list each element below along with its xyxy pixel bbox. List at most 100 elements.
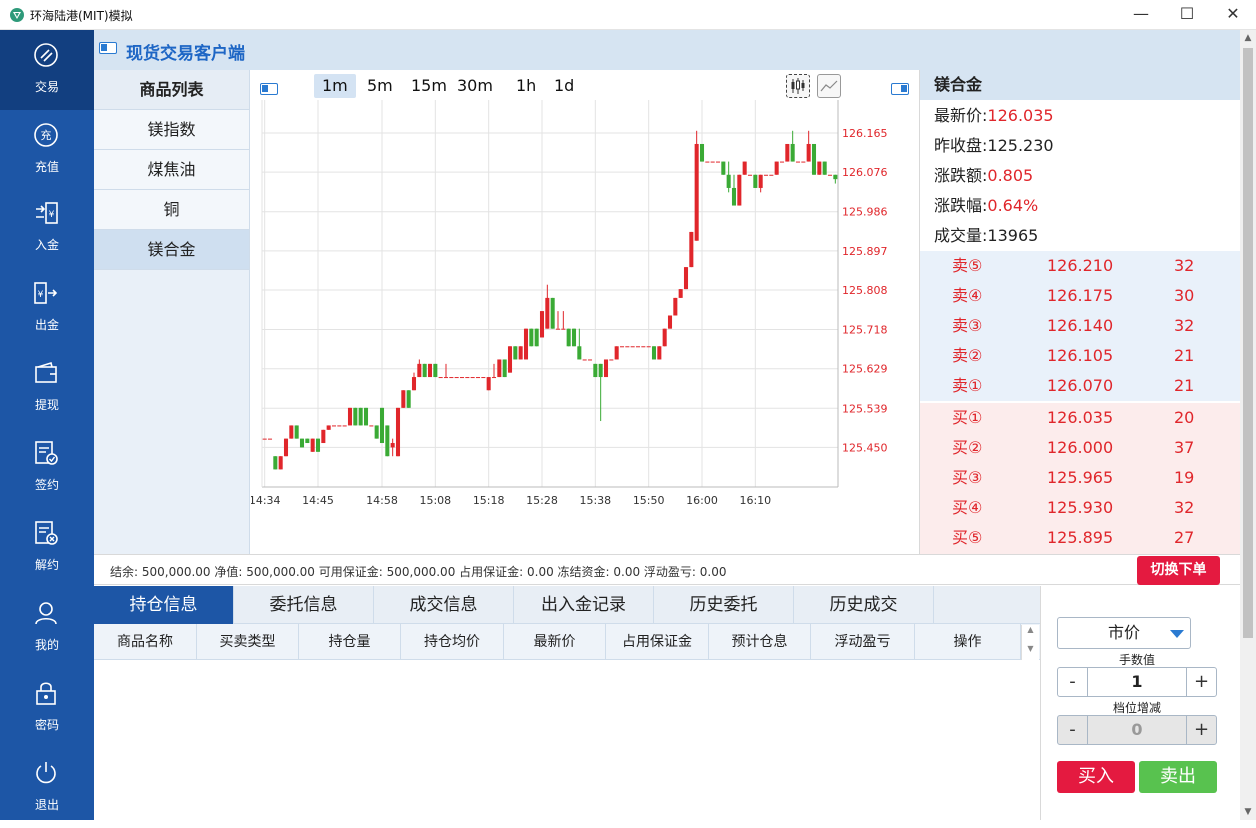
product-item[interactable]: 煤焦油 — [94, 150, 249, 190]
quote-panel: 镁合金 最新价:126.035 昨收盘:125.230 涨跌额:0.805 涨跌… — [919, 70, 1241, 554]
candlestick-chart-icon[interactable] — [786, 74, 810, 98]
candle-body — [369, 425, 374, 427]
y-tick-label: 125.897 — [842, 245, 888, 258]
scroll-thumb[interactable] — [1243, 48, 1253, 638]
product-item[interactable]: 镁指数 — [94, 110, 249, 150]
candle-body — [614, 346, 619, 360]
candle-body — [411, 377, 417, 391]
svg-text:¥: ¥ — [38, 290, 44, 300]
candle-body — [390, 443, 395, 448]
tab-positions[interactable]: 持仓信息 — [94, 586, 234, 624]
table-scrollbar[interactable]: ▲ ▼ — [1021, 625, 1039, 660]
scroll-up-icon[interactable]: ▲ — [1022, 625, 1039, 634]
candle-body — [657, 346, 662, 360]
sidebar-item-cancel-contract[interactable]: 解约 — [0, 508, 94, 588]
candle-body — [342, 425, 347, 427]
collapse-right-icon[interactable] — [891, 83, 909, 95]
collapse-left-icon[interactable] — [260, 83, 278, 95]
bid-level[interactable]: 买③ 125.965 19 — [920, 463, 1241, 493]
wallet-icon — [35, 361, 57, 383]
tab-trade-history[interactable]: 历史成交 — [794, 586, 934, 624]
candle-body — [811, 143, 817, 175]
tab-order-history[interactable]: 历史委托 — [654, 586, 794, 624]
y-tick-label: 125.539 — [842, 402, 888, 415]
bid-price: 125.930 — [1047, 498, 1114, 517]
ask-level[interactable]: 卖⑤ 126.210 32 — [920, 251, 1241, 281]
minimize-button[interactable]: — — [1118, 0, 1164, 30]
change-value: 0.805 — [987, 166, 1034, 185]
timeframe-1m[interactable]: 1m — [314, 74, 356, 98]
ask-level[interactable]: 卖② 126.105 21 — [920, 341, 1241, 371]
ask-qty: 32 — [1174, 256, 1195, 275]
buy-button[interactable]: 买入 — [1057, 761, 1135, 793]
order-type-select[interactable]: 市价 — [1057, 617, 1191, 649]
window-title: 环海陆港(MIT)模拟 — [30, 9, 133, 23]
candle-body — [715, 161, 721, 163]
candle-body — [321, 429, 326, 444]
sidebar-item-trade[interactable]: 交易 — [0, 30, 94, 110]
kline-chart[interactable]: 126.165 126.076 125.986 125.897 125.808 125.7… — [251, 100, 918, 554]
ask-price: 126.140 — [1047, 316, 1114, 335]
lots-plus-button[interactable]: + — [1186, 668, 1216, 696]
sidebar-item-label: 我的 — [34, 638, 59, 652]
step-minus-button[interactable]: - — [1058, 716, 1088, 744]
timeframe-5m[interactable]: 5m — [359, 74, 401, 98]
candle-body — [667, 315, 673, 329]
scroll-down-icon[interactable]: ▼ — [1022, 644, 1039, 653]
sidebar-item-deposit[interactable]: ¥ 入金 — [0, 188, 94, 268]
user-icon — [35, 602, 57, 625]
candle-body — [785, 143, 790, 162]
ask-name: 卖② — [952, 346, 983, 365]
sidebar-item-cashout[interactable]: 提现 — [0, 348, 94, 428]
bid-level[interactable]: 买④ 125.930 32 — [920, 493, 1241, 523]
sidebar-item-label: 退出 — [34, 798, 59, 812]
tab-trades[interactable]: 成交信息 — [374, 586, 514, 624]
candle-body — [481, 377, 486, 379]
timeframe-1h[interactable]: 1h — [508, 74, 544, 98]
column-header: 持仓均价 — [401, 624, 504, 660]
sidebar-item-withdraw[interactable]: ¥ 出金 — [0, 268, 94, 348]
scroll-up-icon[interactable]: ▲ — [1240, 30, 1256, 46]
withdraw-icon: ¥ — [34, 282, 58, 304]
tab-orders[interactable]: 委托信息 — [234, 586, 374, 624]
switch-order-button[interactable]: 切换下单 — [1137, 556, 1220, 585]
bid-level[interactable]: 买① 126.035 20 — [920, 403, 1241, 433]
tab-fund-records[interactable]: 出入金记录 — [514, 586, 654, 624]
bid-level[interactable]: 买② 126.000 37 — [920, 433, 1241, 463]
scroll-down-icon[interactable]: ▼ — [1240, 804, 1256, 820]
sidebar-item-logout[interactable]: 退出 — [0, 748, 94, 828]
sidebar-item-me[interactable]: 我的 — [0, 588, 94, 668]
bid-level[interactable]: 买⑤ 125.895 27 — [920, 523, 1241, 553]
candle-body — [379, 407, 385, 444]
candle-body — [593, 363, 598, 378]
timeframe-15m[interactable]: 15m — [403, 74, 455, 98]
ask-level[interactable]: 卖④ 126.175 30 — [920, 281, 1241, 311]
line-chart-icon[interactable] — [817, 74, 841, 98]
sell-button[interactable]: 卖出 — [1139, 761, 1217, 793]
candle-body — [395, 407, 401, 457]
trade-icon — [34, 43, 58, 67]
panel-toggle-icon[interactable] — [99, 42, 117, 54]
sidebar-item-sign[interactable]: 签约 — [0, 428, 94, 508]
window-scrollbar[interactable]: ▲ ▼ — [1240, 30, 1256, 820]
candle-body — [315, 438, 321, 452]
product-item[interactable]: 铜 — [94, 190, 249, 230]
bid-book: 买① 126.035 20 买② 126.000 37 买③ 125.965 19 买④ 12… — [920, 403, 1241, 554]
lots-input[interactable]: 1 — [1088, 668, 1186, 696]
timeframe-1d[interactable]: 1d — [546, 74, 582, 98]
maximize-button[interactable]: ☐ — [1164, 0, 1210, 30]
candle-body — [273, 456, 278, 470]
lots-minus-button[interactable]: - — [1058, 668, 1088, 696]
close-button[interactable]: ✕ — [1210, 0, 1256, 30]
sidebar-item-recharge[interactable]: 充 充值 — [0, 110, 94, 190]
product-item-selected[interactable]: 镁合金 — [94, 230, 249, 270]
sidebar-item-password[interactable]: 密码 — [0, 668, 94, 748]
timeframe-30m[interactable]: 30m — [449, 74, 501, 98]
step-plus-button[interactable]: + — [1186, 716, 1216, 744]
candle-body — [353, 407, 358, 426]
ask-level[interactable]: 卖① 126.070 21 — [920, 371, 1241, 401]
ask-level[interactable]: 卖③ 126.140 32 — [920, 311, 1241, 341]
chevron-down-icon — [1170, 630, 1184, 638]
step-input[interactable]: 0 — [1088, 716, 1186, 744]
candle-body — [609, 359, 614, 361]
